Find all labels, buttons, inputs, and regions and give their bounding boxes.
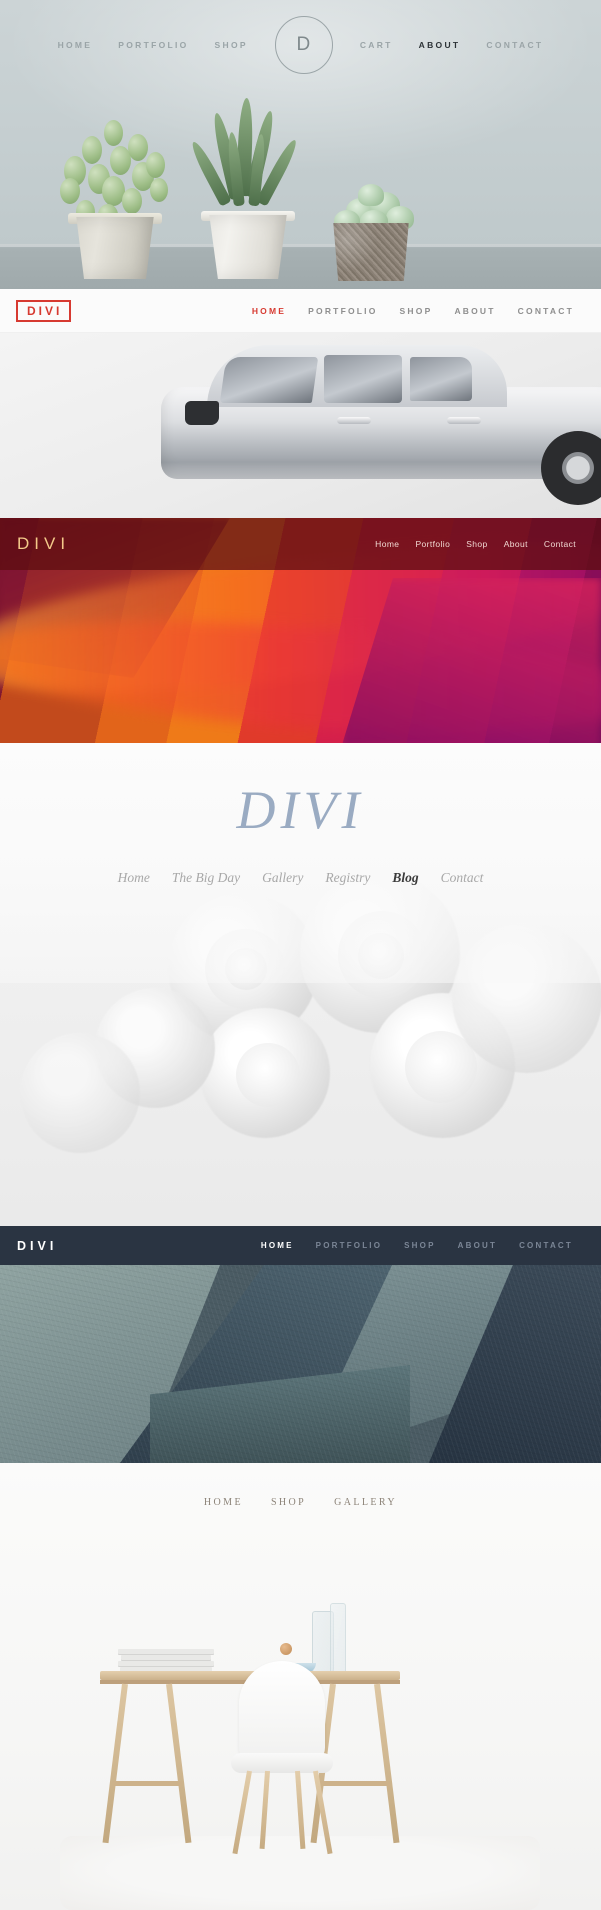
concrete-pot-left (76, 217, 154, 279)
nav-canyon[interactable]: Home Portfolio Shop About Contact (367, 539, 584, 549)
chair-back (239, 1661, 325, 1765)
nav-succulents[interactable]: HOME PORTFOLIO SHOP D CART ABOUT CONTACT (0, 0, 601, 90)
nav-item-home[interactable]: HOME (45, 40, 106, 50)
nav-item-contact[interactable]: CONTACT (508, 1241, 584, 1250)
desk-brace-left (112, 1781, 182, 1786)
nav-wedding[interactable]: Home The Big Day Gallery Registry Blog C… (0, 870, 601, 886)
car-wheel-rear (541, 431, 601, 505)
section-wedding-header: DIVI Home The Big Day Gallery Registry B… (0, 743, 601, 1226)
header-showcase-page: HOME PORTFOLIO SHOP D CART ABOUT CONTACT… (0, 0, 601, 1910)
nav-item-shop[interactable]: SHOP (393, 1241, 446, 1250)
car-door-handle-rear (447, 417, 481, 424)
logo-divi-serif[interactable]: DIVI (0, 783, 601, 837)
car-window-rear (410, 357, 472, 401)
nav-item-portfolio[interactable]: PORTFOLIO (105, 40, 201, 50)
section-succulents-header: HOME PORTFOLIO SHOP D CART ABOUT CONTACT (0, 0, 601, 289)
nav-item-shop[interactable]: SHOP (202, 40, 261, 50)
nav-item-contact[interactable]: CONTACT (473, 40, 556, 50)
nav-item-shop[interactable]: SHOP (257, 1497, 320, 1508)
wooden-sphere (280, 1643, 292, 1655)
nav-item-portfolio[interactable]: Portfolio (407, 539, 458, 549)
nav-item-home[interactable]: Home (107, 870, 161, 886)
wedding-header-content: DIVI Home The Big Day Gallery Registry B… (0, 783, 601, 886)
car-window-front (219, 357, 319, 403)
nav-desk[interactable]: HOME SHOP GALLERY (0, 1497, 601, 1508)
nav-item-shop[interactable]: Shop (458, 539, 495, 549)
nav-item-contact[interactable]: Contact (430, 870, 495, 886)
header-bar-dark-red: DIVI Home Portfolio Shop About Contact (0, 518, 601, 570)
nav-item-home[interactable]: HOME (190, 1497, 257, 1508)
nav-item-about[interactable]: ABOUT (443, 306, 506, 316)
desk-leg-4 (374, 1683, 400, 1844)
nav-item-registry[interactable]: Registry (314, 870, 381, 886)
nav-item-cart[interactable]: CART (347, 40, 406, 50)
nav-item-about[interactable]: ABOUT (447, 1241, 508, 1250)
nav-item-home[interactable]: HOME (241, 306, 297, 316)
nav-item-blog[interactable]: Blog (381, 870, 429, 886)
logo-divi-white[interactable]: DIVI (17, 1239, 57, 1253)
nav-group-right: CART ABOUT CONTACT (347, 40, 557, 50)
car-side-mirror (185, 401, 219, 425)
nav-item-gallery[interactable]: GALLERY (320, 1497, 411, 1508)
car-door-handle-front (337, 417, 371, 424)
nav-item-contact[interactable]: CONTACT (507, 306, 585, 316)
jade-plant-image (58, 116, 174, 226)
nav-item-contact[interactable]: Contact (536, 539, 584, 549)
nav-item-about[interactable]: ABOUT (406, 40, 474, 50)
nav-item-home[interactable]: HOME (250, 1241, 305, 1250)
car-hero-image (0, 333, 601, 518)
stone-pot-right (333, 223, 409, 281)
white-chair (225, 1661, 339, 1855)
nav-group-left: HOME PORTFOLIO SHOP (45, 40, 261, 50)
car-window-middle (324, 355, 402, 403)
geometric-hero-image (0, 1265, 601, 1463)
header-bar-white: DIVI HOME PORTFOLIO SHOP ABOUT CONTACT (0, 289, 601, 333)
logo-divi-gold[interactable]: DIVI (17, 534, 70, 554)
section-canyon-header: DIVI Home Portfolio Shop About Contact (0, 518, 601, 743)
silver-car-illustration (161, 339, 601, 505)
geo-texture-overlay (0, 1265, 601, 1463)
logo-circle-d[interactable]: D (274, 16, 333, 74)
desk-leg-1 (102, 1683, 128, 1844)
nav-item-shop[interactable]: SHOP (389, 306, 444, 316)
concrete-pot-center (209, 215, 287, 279)
nav-geometric[interactable]: HOME PORTFOLIO SHOP ABOUT CONTACT (250, 1241, 584, 1250)
section-car-header: DIVI HOME PORTFOLIO SHOP ABOUT CONTACT (0, 289, 601, 518)
nav-item-the-big-day[interactable]: The Big Day (161, 870, 251, 886)
desk-leg-2 (166, 1683, 192, 1844)
aloe-plant-image (188, 97, 302, 220)
section-desk-header: HOME SHOP GALLERY (0, 1463, 601, 1910)
nav-item-home[interactable]: Home (367, 539, 407, 549)
nav-item-portfolio[interactable]: PORTFOLIO (305, 1241, 393, 1250)
stack-of-books (118, 1649, 214, 1672)
section-geometric-header: DIVI HOME PORTFOLIO SHOP ABOUT CONTACT (0, 1226, 601, 1463)
nav-car[interactable]: HOME PORTFOLIO SHOP ABOUT CONTACT (241, 306, 585, 316)
nav-item-portfolio[interactable]: PORTFOLIO (297, 306, 388, 316)
nav-item-about[interactable]: About (496, 539, 536, 549)
desk-hero-image (0, 1553, 601, 1910)
logo-divi-boxed[interactable]: DIVI (16, 299, 72, 322)
nav-item-gallery[interactable]: Gallery (251, 870, 314, 886)
header-bar-navy: DIVI HOME PORTFOLIO SHOP ABOUT CONTACT (0, 1226, 601, 1265)
